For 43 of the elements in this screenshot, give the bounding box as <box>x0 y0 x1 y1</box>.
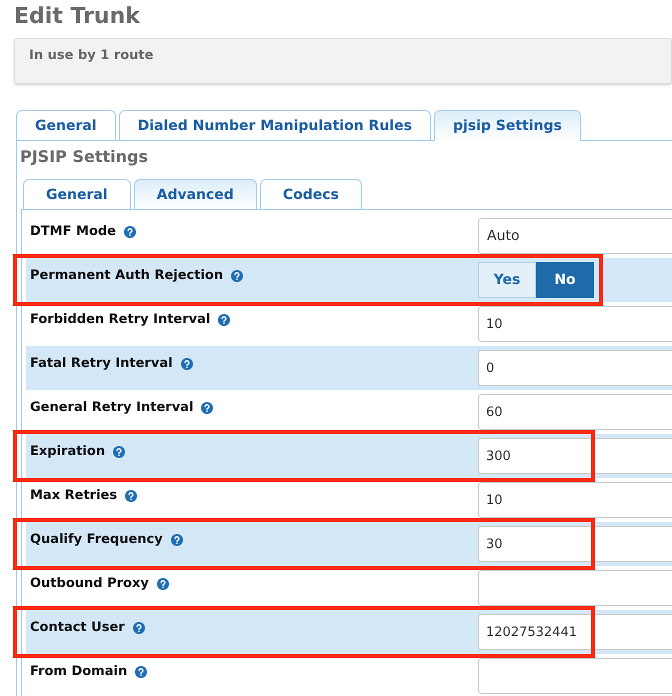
input-field[interactable]: 10 <box>478 482 672 518</box>
field-label: DTMF Mode <box>30 224 116 239</box>
tab[interactable]: Advanced <box>134 179 257 209</box>
tab[interactable]: pjsip Settings <box>434 110 581 141</box>
help-icon[interactable] <box>113 446 126 458</box>
help-icon[interactable] <box>170 534 183 546</box>
tab[interactable]: Codecs <box>260 179 362 209</box>
help-icon[interactable] <box>124 226 136 238</box>
select-field[interactable]: Auto <box>478 218 672 254</box>
tab[interactable]: General <box>16 110 116 140</box>
input-field[interactable] <box>478 570 672 606</box>
field-label: Forbidden Retry Interval <box>30 312 210 327</box>
field-label: Qualify Frequency <box>30 532 163 547</box>
tab[interactable]: Dialed Number Manipulation Rules <box>118 110 431 140</box>
help-icon[interactable] <box>201 402 214 414</box>
usage-notice: In use by 1 route <box>14 38 672 84</box>
field-label: Max Retries <box>30 488 118 503</box>
help-icon[interactable] <box>125 490 138 502</box>
tab[interactable]: General <box>23 179 131 209</box>
help-icon[interactable] <box>156 578 169 590</box>
input-field[interactable]: 10 <box>478 306 672 342</box>
field-label: From Domain <box>30 664 128 679</box>
input-field[interactable]: 0 <box>478 350 672 386</box>
help-icon[interactable] <box>135 666 148 678</box>
input-field[interactable]: 60 <box>478 394 672 430</box>
field-label: Outbound Proxy <box>30 576 149 591</box>
input-field[interactable]: 30 <box>478 526 672 562</box>
input-field[interactable] <box>478 658 672 694</box>
field-label: Fatal Retry Interval <box>30 356 173 371</box>
help-icon[interactable] <box>132 622 145 634</box>
field-label: Expiration <box>30 444 106 459</box>
input-field[interactable]: 300 <box>478 438 672 474</box>
input-field[interactable]: 12027532441 <box>478 614 672 650</box>
help-icon[interactable] <box>180 358 193 370</box>
help-icon[interactable] <box>231 270 244 282</box>
field-label: Contact User <box>30 620 125 635</box>
page-title: Edit Trunk <box>14 4 142 31</box>
field-label: Permanent Auth Rejection <box>30 268 224 283</box>
help-icon[interactable] <box>218 314 230 326</box>
field-label: General Retry Interval <box>30 400 194 415</box>
toggle-option[interactable]: Yes <box>478 262 536 298</box>
section-title: PJSIP Settings <box>19 146 149 168</box>
toggle-option[interactable]: No <box>536 262 594 298</box>
